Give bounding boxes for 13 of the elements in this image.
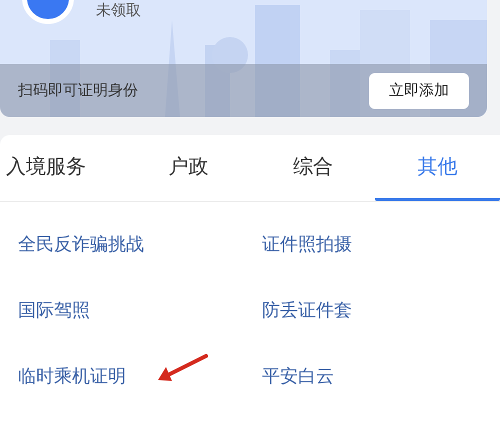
hint-text: 扫码即可证明身份: [18, 81, 138, 100]
service-link[interactable]: 全民反诈骗挑战: [18, 232, 144, 256]
service-link[interactable]: 防丢证件套: [262, 298, 352, 322]
service-link[interactable]: 临时乘机证明: [18, 364, 126, 388]
status-text: 未领取: [96, 1, 141, 19]
tab[interactable]: 综合: [250, 135, 376, 201]
tab[interactable]: 入境服务: [0, 135, 126, 201]
service-link[interactable]: 平安白云: [262, 364, 334, 388]
service-link[interactable]: 国际驾照: [18, 298, 90, 322]
tab[interactable]: 户政: [126, 135, 251, 201]
add-button[interactable]: 立即添加: [369, 72, 469, 108]
tab[interactable]: 其他: [375, 135, 500, 201]
service-link[interactable]: 证件照拍摄: [262, 232, 352, 256]
